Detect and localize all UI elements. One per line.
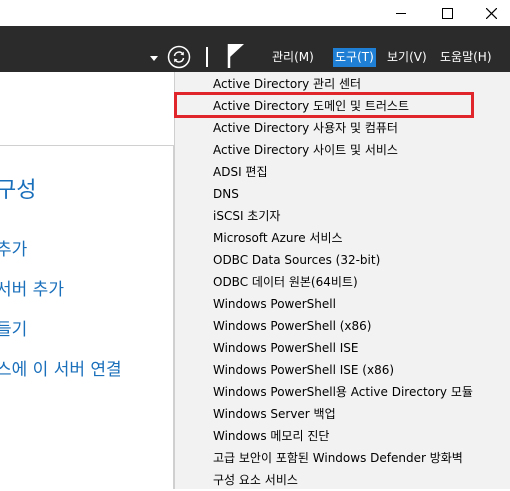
refresh-icon[interactable]	[167, 45, 191, 69]
menu-item-memory-diagnostic[interactable]: Windows 메모리 진단	[213, 425, 329, 447]
close-icon	[485, 7, 497, 19]
menu-item-component-services[interactable]: 구성 요소 서비스	[213, 469, 298, 491]
highlight-box	[174, 92, 474, 118]
menu-item-defender-firewall[interactable]: 고급 보안이 포함된 Windows Defender 방화벽	[213, 447, 463, 469]
menu-item-odbc-32[interactable]: ODBC Data Sources (32-bit)	[213, 249, 380, 271]
menu-item-powershell[interactable]: Windows PowerShell	[213, 293, 336, 315]
maximize-button[interactable]	[424, 0, 470, 26]
close-button[interactable]	[468, 0, 510, 26]
maximize-icon	[441, 7, 453, 19]
server-manager-ribbon: 관리(M) 도구(T) 보기(V) 도움말(H)	[0, 26, 510, 72]
menu-icon-gutter	[175, 72, 206, 489]
menu-item-odbc-64[interactable]: ODBC 데이터 원본(64비트)	[213, 271, 358, 293]
minimize-icon	[396, 12, 406, 14]
menu-item-server-backup[interactable]: Windows Server 백업	[213, 403, 336, 425]
notifications-flag-icon[interactable]	[226, 43, 246, 69]
menu-item-iscsi-initiator[interactable]: iSCSI 초기자	[213, 205, 280, 227]
menu-manage[interactable]: 관리(M)	[270, 48, 316, 67]
create-server-group-link[interactable]: 들기	[0, 315, 27, 340]
ribbon-separator	[206, 47, 208, 67]
configure-title: 구성	[0, 178, 37, 203]
menu-item-ad-users-computers[interactable]: Active Directory 사용자 및 컴퓨터	[213, 117, 398, 139]
tools-dropdown-menu: Active Directory 관리 센터 Active Directory …	[174, 72, 510, 489]
title-bar	[0, 0, 510, 26]
add-servers-link[interactable]: 서버 추가	[0, 275, 64, 300]
quick-start-pane: 구성 추가 서버 추가 들기 스에 이 서버 연결	[0, 72, 174, 489]
menu-tools[interactable]: 도구(T)	[333, 48, 376, 67]
dropdown-arrow-icon[interactable]	[150, 56, 158, 61]
menu-item-powershell-ise[interactable]: Windows PowerShell ISE	[213, 337, 359, 359]
menu-help[interactable]: 도움말(H)	[438, 48, 494, 67]
connect-cloud-service-link[interactable]: 스에 이 서버 연결	[0, 355, 122, 380]
menu-item-ad-sites-services[interactable]: Active Directory 사이트 및 서비스	[213, 139, 398, 161]
menu-item-powershell-x86[interactable]: Windows PowerShell (x86)	[213, 315, 371, 337]
menu-view[interactable]: 보기(V)	[385, 48, 429, 67]
menu-item-dns[interactable]: DNS	[213, 183, 239, 205]
menu-item-powershell-ise-x86[interactable]: Windows PowerShell ISE (x86)	[213, 359, 394, 381]
add-roles-link[interactable]: 추가	[0, 235, 27, 260]
menu-item-azure-services[interactable]: Microsoft Azure 서비스	[213, 227, 343, 249]
pane-header-band	[0, 72, 174, 146]
minimize-button[interactable]	[378, 0, 424, 26]
menu-item-adsi-edit[interactable]: ADSI 편집	[213, 161, 268, 183]
menu-item-ad-powershell-module[interactable]: Windows PowerShell용 Active Directory 모듈	[213, 381, 473, 403]
